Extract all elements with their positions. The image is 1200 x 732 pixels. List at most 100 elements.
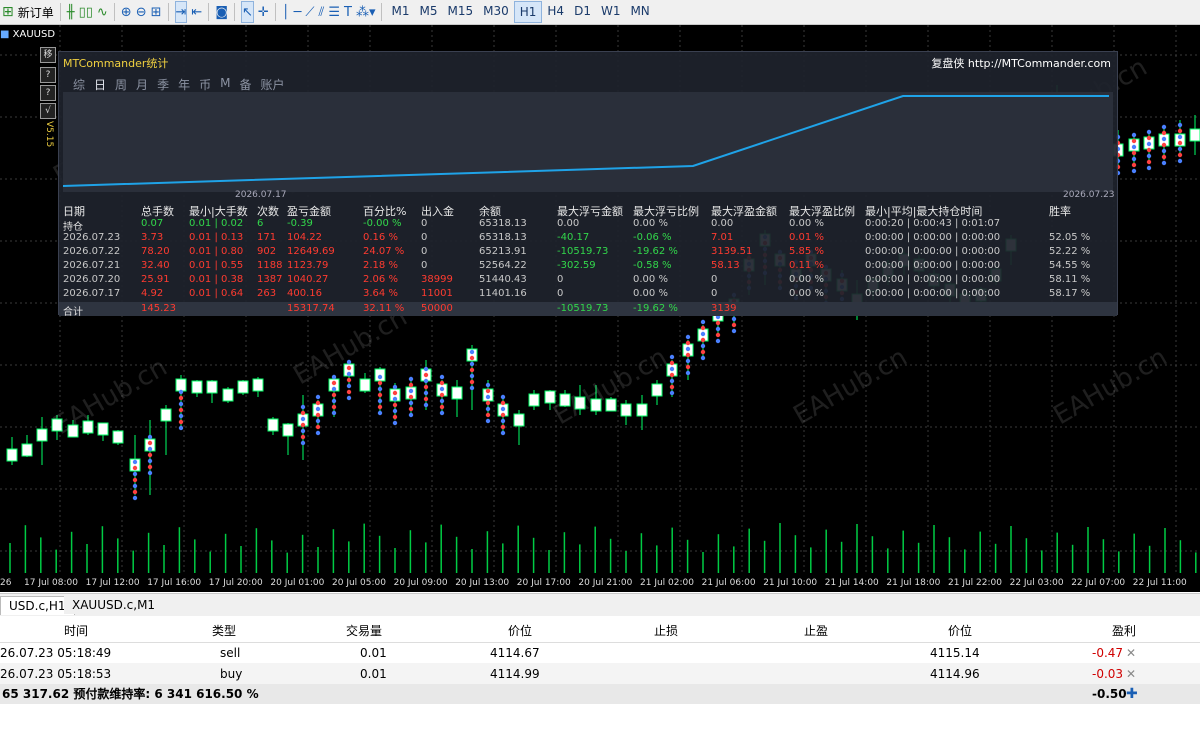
trade-marker [669, 372, 675, 378]
stats-tab-4[interactable]: 季 [157, 76, 169, 93]
stats-cell: -0.06 % [633, 232, 672, 243]
col-current-price[interactable]: 价位 [948, 620, 972, 642]
table-row[interactable]: 26.07.23 05:18:49 sell 0.01 4114.67 4115… [0, 642, 1200, 665]
toolbar-separator [274, 3, 276, 21]
stats-tab-8[interactable]: 备 [239, 76, 251, 93]
watermark-text: EAHub.cn [1049, 342, 1173, 431]
timeframe-w1[interactable]: W1 [596, 1, 626, 21]
timeframe-m15[interactable]: M15 [442, 1, 478, 21]
trade-marker [485, 418, 491, 424]
horizontal-line-icon[interactable]: ─ [294, 2, 302, 22]
col-take-profit[interactable]: 止盈 [804, 620, 828, 642]
trade-marker [132, 471, 138, 477]
trade-marker [178, 401, 184, 407]
col-volume[interactable]: 交易量 [346, 620, 382, 642]
candlestick-chart-icon[interactable]: ▯▯ [79, 2, 93, 22]
trendline-icon[interactable]: ⟋ [305, 2, 314, 22]
timeframe-h4[interactable]: H4 [542, 1, 569, 21]
stats-cell: 0 [711, 274, 718, 285]
help-button[interactable]: ? [40, 67, 56, 83]
trade-marker [331, 398, 337, 404]
timeframe-m30[interactable]: M30 [478, 1, 514, 21]
stats-cell: 0.11 % [789, 260, 824, 271]
stats-tab-2[interactable]: 周 [115, 76, 127, 93]
grid-icon[interactable]: ⊞ [151, 2, 162, 22]
col-price[interactable]: 价位 [508, 620, 532, 642]
timeframe-m1[interactable]: M1 [386, 1, 414, 21]
stats-cell: -302.59 [557, 260, 596, 271]
stats-cell: 263 [257, 288, 277, 299]
stats-cell: 最小|大手数 [189, 205, 248, 218]
stats-tab-1[interactable]: 日 [94, 76, 106, 93]
trade-marker [300, 440, 306, 446]
stats-cell: 最小|平均|最大持仓时间 [865, 205, 983, 218]
zoom-in-icon[interactable]: ⊕ [121, 2, 132, 22]
line-chart-icon[interactable]: ∿ [97, 2, 108, 22]
candle-body [21, 443, 33, 457]
move-button[interactable]: 移 [40, 47, 56, 63]
trade-marker [469, 355, 475, 361]
tab-xauusd-m1[interactable]: XAUUSD.c,M1 [64, 596, 164, 614]
stats-cell: 0.01 % [789, 232, 824, 243]
bar-chart-icon[interactable]: ╫ [67, 2, 75, 22]
vertical-line-icon[interactable]: │ [282, 2, 290, 22]
timeframe-mn[interactable]: MN [625, 1, 654, 21]
close-icon[interactable]: ✕ [1126, 642, 1136, 664]
time-label: 20 Jul 21:00 [578, 578, 633, 588]
stats-tab-3[interactable]: 月 [136, 76, 148, 93]
zoom-out-icon[interactable]: ⊖ [136, 2, 147, 22]
help-button-2[interactable]: ? [40, 85, 56, 101]
stats-tab-9[interactable]: 账户 [260, 76, 284, 93]
trade-marker [423, 384, 429, 390]
col-profit[interactable]: 盈利 [1112, 620, 1136, 642]
chart-shift-icon[interactable]: ⇤ [191, 2, 202, 22]
stats-cell: 902 [257, 246, 277, 257]
order-type: buy [220, 667, 243, 681]
shapes-icon[interactable]: ⁂▾ [356, 2, 376, 22]
stats-cell: 104.22 [287, 232, 322, 243]
equity-curve-svg [63, 95, 1109, 187]
stats-tab-0[interactable]: 综 [73, 76, 85, 93]
col-time[interactable]: 时间 [64, 620, 88, 642]
stats-cell: 12649.69 [287, 246, 335, 257]
new-order-button[interactable]: 新订单 [18, 2, 54, 22]
stats-tab-7[interactable]: M [220, 76, 230, 93]
channel-icon[interactable]: ⫽ [319, 2, 325, 22]
auto-scroll-icon[interactable]: ⇥ [174, 1, 188, 23]
stats-brand[interactable]: 复盘侠 http://MTCommander.com [931, 55, 1111, 71]
col-type[interactable]: 类型 [212, 620, 236, 642]
fibonacci-icon[interactable]: ☰ [328, 2, 340, 22]
trade-marker [439, 374, 445, 380]
trade-marker [439, 404, 445, 410]
stats-cell: -10519.73 [557, 246, 609, 257]
candle-body [513, 413, 525, 427]
trade-marker [315, 400, 321, 406]
confirm-button[interactable]: √ [40, 103, 56, 119]
trade-marker [731, 328, 737, 334]
timeframe-h1[interactable]: H1 [513, 1, 543, 23]
timeframe-m5[interactable]: M5 [414, 1, 442, 21]
stats-cell: -19.62 % [633, 303, 678, 314]
trade-marker [685, 352, 691, 358]
stats-cell: 78.20 [141, 246, 170, 257]
stats-cell: 百分比% [363, 205, 407, 218]
trade-marker [700, 331, 706, 337]
stats-tab-6[interactable]: 币 [199, 76, 211, 93]
screenshot-icon[interactable]: ◙ [215, 2, 228, 22]
new-order-icon[interactable]: ⊞ [2, 2, 14, 22]
stats-cell: 0.07 [141, 218, 164, 229]
stats-cell: 出入金 [421, 205, 454, 218]
add-icon[interactable]: ✚ [1126, 684, 1138, 704]
trade-marker [315, 406, 321, 412]
stats-cell: 0 [421, 232, 428, 243]
col-stop-loss[interactable]: 止损 [654, 620, 678, 642]
table-row[interactable]: 26.07.23 05:18:53 buy 0.01 4114.99 4114.… [0, 663, 1200, 686]
text-icon[interactable]: T [344, 2, 352, 22]
stats-cell: 65213.91 [479, 246, 527, 257]
timeframe-d1[interactable]: D1 [569, 1, 596, 21]
close-icon[interactable]: ✕ [1126, 663, 1136, 685]
stats-tab-5[interactable]: 年 [178, 76, 190, 93]
price-chart[interactable]: EAHub.cn EAHub.cn EAHub.cn EAHub.cn EAHub.cn… [0, 25, 1200, 592]
cursor-icon[interactable]: ↖ [240, 1, 254, 23]
crosshair-icon[interactable]: ✛ [258, 2, 269, 22]
